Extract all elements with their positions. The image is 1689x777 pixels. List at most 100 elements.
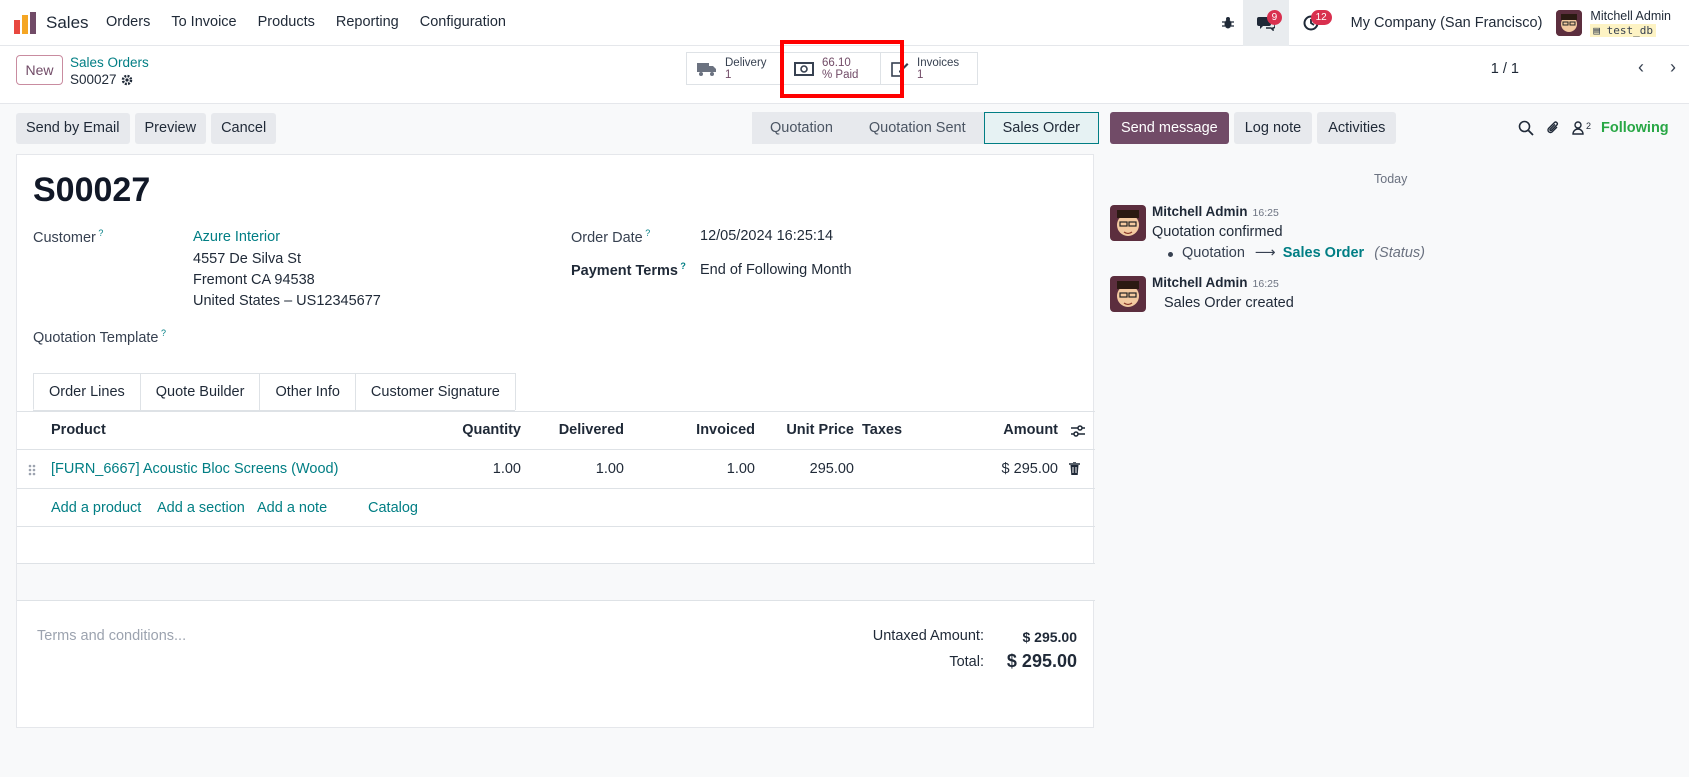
log-note-button[interactable]: Log note (1233, 112, 1313, 144)
delivery-label: Delivery (725, 56, 767, 69)
stage-quotation[interactable]: Quotation (752, 112, 851, 144)
messages-icon[interactable]: 9 (1242, 0, 1289, 46)
user-icon (1572, 121, 1584, 135)
sales-app-icon[interactable] (14, 12, 36, 34)
customer-name[interactable]: Azure Interior (193, 229, 280, 245)
menu-products[interactable]: Products (258, 14, 315, 30)
paperclip-icon[interactable] (1546, 120, 1560, 136)
customer-help-icon[interactable]: ? (96, 228, 103, 238)
customer-address-line2: Fremont CA 94538 (193, 272, 315, 288)
following-button[interactable]: Following (1601, 120, 1669, 136)
cancel-button[interactable]: Cancel (211, 113, 277, 144)
column-invoiced[interactable]: Invoiced (696, 422, 755, 438)
preview-button[interactable]: Preview (134, 113, 207, 144)
order-date-value[interactable]: 12/05/2024 16:25:14 (700, 228, 833, 244)
tab-order-lines[interactable]: Order Lines (33, 373, 141, 410)
drag-handle-icon[interactable] (28, 464, 36, 476)
column-delivered[interactable]: Delivered (559, 422, 624, 438)
add-section-link[interactable]: Add a section (157, 500, 245, 516)
line-product[interactable]: [FURN_6667] Acoustic Bloc Screens (Wood) (51, 461, 338, 477)
table-row[interactable]: [FURN_6667] Acoustic Bloc Screens (Wood)… (17, 450, 1095, 489)
customer-label: Customer ? (33, 228, 103, 246)
chatter-actions: Send message Log note Activities (1110, 112, 1397, 144)
line-amount: $ 295.00 (1001, 461, 1058, 477)
pager-value[interactable]: 1 / 1 (1491, 61, 1519, 77)
new-button[interactable]: New (16, 55, 63, 85)
line-quantity[interactable]: 1.00 (493, 461, 521, 477)
column-product[interactable]: Product (51, 422, 106, 438)
followers-count: 2 (1586, 121, 1592, 131)
debug-icon[interactable] (1213, 0, 1243, 46)
followers-button[interactable]: 2 (1572, 121, 1591, 135)
pager-next-button[interactable]: › (1657, 52, 1689, 82)
order-date-label: Order Date ? (571, 228, 650, 246)
optional-columns-icon[interactable] (1071, 425, 1085, 437)
chatter-tools: 2 Following (1518, 112, 1669, 144)
company-switcher[interactable]: My Company (San Francisco) (1351, 15, 1543, 31)
payment-terms-value[interactable]: End of Following Month (700, 262, 852, 278)
paid-smart-button[interactable]: 66.10 % Paid (783, 52, 881, 85)
message-time: 16:25 (1252, 207, 1279, 219)
tab-customer-signature[interactable]: Customer Signature (354, 373, 516, 410)
payment-terms-help-icon[interactable]: ? (678, 261, 686, 271)
order-name: S00027 (33, 171, 151, 209)
line-unit-price[interactable]: 295.00 (810, 461, 854, 477)
message-author[interactable]: Mitchell Admin (1152, 204, 1248, 219)
terms-conditions-field[interactable]: Terms and conditions... (37, 628, 186, 644)
delivery-smart-button[interactable]: Delivery 1 (686, 52, 784, 85)
activities-badge: 12 (1310, 10, 1332, 25)
tracking-new-value: Sales Order (1282, 245, 1365, 261)
order-date-help-icon[interactable]: ? (643, 228, 650, 238)
menu-orders[interactable]: Orders (106, 14, 150, 30)
payment-terms-label: Payment Terms ? (571, 261, 686, 279)
arrow-right-icon: ⟶ (1254, 245, 1276, 261)
message-author[interactable]: Mitchell Admin (1152, 275, 1248, 290)
search-icon[interactable] (1518, 120, 1534, 136)
catalog-button[interactable]: Catalog (368, 500, 418, 516)
customer-address-line3: United States – US12345677 (193, 293, 381, 309)
stage-quotation-sent[interactable]: Quotation Sent (850, 112, 984, 144)
activities-icon[interactable]: 12 (1289, 0, 1333, 46)
activities-button[interactable]: Activities (1317, 112, 1397, 144)
gear-icon[interactable] (121, 74, 133, 86)
column-quantity[interactable]: Quantity (462, 422, 521, 438)
status-bar: Quotation Quotation Sent Sales Order (752, 112, 1100, 144)
line-delivered[interactable]: 1.00 (596, 461, 624, 477)
add-product-link[interactable]: Add a product (51, 500, 141, 516)
order-date-label-text: Order Date (571, 229, 643, 246)
add-line-row: Add a product Add a section Add a note C… (17, 489, 1095, 527)
trash-icon[interactable] (1069, 462, 1080, 475)
line-invoiced: 1.00 (726, 461, 755, 477)
payment-terms-label-text: Payment Terms (571, 262, 678, 279)
quotation-template-help-icon[interactable]: ? (158, 328, 166, 338)
total-label: Total: (949, 654, 984, 670)
chevron-right-icon: › (1670, 56, 1676, 77)
send-by-email-button[interactable]: Send by Email (16, 113, 130, 144)
column-taxes[interactable]: Taxes (862, 422, 902, 438)
menu-to-invoice[interactable]: To Invoice (171, 14, 236, 30)
invoices-smart-button[interactable]: Invoices 1 (880, 52, 978, 85)
menu-configuration[interactable]: Configuration (420, 14, 506, 30)
breadcrumb-parent[interactable]: Sales Orders (70, 55, 149, 70)
quotation-template-label-text: Quotation Template (33, 329, 159, 346)
tab-quote-builder[interactable]: Quote Builder (139, 373, 261, 410)
menu-reporting[interactable]: Reporting (336, 14, 399, 30)
tracking-field-name: (Status) (1374, 245, 1425, 261)
tab-other-info[interactable]: Other Info (259, 373, 356, 410)
author-avatar[interactable] (1110, 205, 1146, 241)
paid-percentage: 66.10 (822, 56, 851, 69)
author-avatar[interactable] (1110, 276, 1146, 312)
top-navbar: Sales Orders To Invoice Products Reporti… (0, 0, 1689, 46)
add-note-link[interactable]: Add a note (257, 500, 327, 516)
column-unit-price[interactable]: Unit Price (786, 422, 854, 438)
form-tabs: Order Lines Quote Builder Other Info Cus… (33, 373, 516, 411)
quotation-template-label: Quotation Template ? (33, 328, 166, 346)
user-menu[interactable]: Mitchell Admin ▤ test_db (1556, 9, 1671, 37)
stage-sales-order[interactable]: Sales Order (983, 112, 1100, 144)
pager-previous-button[interactable]: ‹ (1625, 52, 1657, 82)
message-time: 16:25 (1252, 278, 1279, 290)
customer-address-line1: 4557 De Silva St (193, 251, 302, 267)
send-message-button[interactable]: Send message (1110, 112, 1229, 144)
app-name[interactable]: Sales (46, 13, 89, 33)
column-amount[interactable]: Amount (1003, 422, 1058, 438)
